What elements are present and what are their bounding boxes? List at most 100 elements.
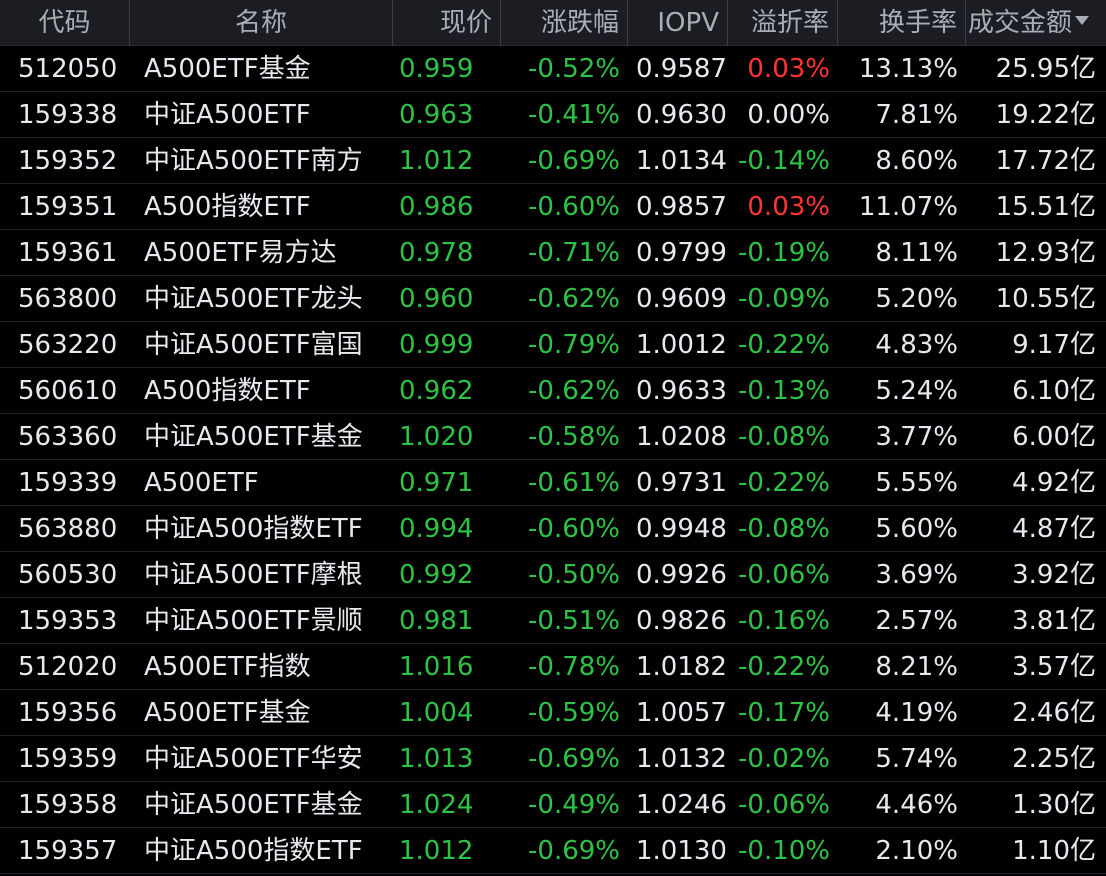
cell-change: -0.62% <box>528 284 620 314</box>
cell-premium: -0.22% <box>738 652 830 682</box>
table-row[interactable]: 159356 A500ETF基金 1.004 -0.59% 1.0057 -0.17% 4.… <box>0 690 1106 736</box>
table-row[interactable]: 159351 A500指数ETF 0.986 -0.60% 0.9857 0.03% 11.… <box>0 184 1106 230</box>
cell-turnover: 4.19% <box>875 698 958 728</box>
cell-premium: -0.17% <box>738 698 830 728</box>
cell-price: 0.963 <box>399 100 474 130</box>
cell-amount: 1.30亿 <box>1012 790 1096 820</box>
cell-change: -0.59% <box>528 698 620 728</box>
etf-quote-table: 代码 名称 现价 涨跌幅 IOPV 溢折率 换手率 成交金额 512050 A50… <box>0 0 1106 876</box>
cell-turnover: 8.60% <box>875 146 958 176</box>
cell-price: 1.004 <box>399 698 474 728</box>
cell-premium: 0.03% <box>747 54 830 84</box>
cell-change: -0.60% <box>528 192 620 222</box>
cell-name: 中证A500ETF基金 <box>144 790 363 820</box>
table-row[interactable]: 563360 中证A500ETF基金 1.020 -0.58% 1.0208 -0.08%… <box>0 414 1106 460</box>
header-iopv[interactable]: IOPV <box>628 0 728 46</box>
cell-name: A500ETF <box>144 468 259 498</box>
cell-price: 0.971 <box>399 468 474 498</box>
cell-code: 560530 <box>18 560 118 590</box>
cell-change: -0.51% <box>528 606 620 636</box>
cell-price: 0.999 <box>399 330 474 360</box>
cell-amount: 6.00亿 <box>1012 422 1096 452</box>
table-row[interactable]: 159339 A500ETF 0.971 -0.61% 0.9731 -0.22% 5.55… <box>0 460 1106 506</box>
cell-code: 159353 <box>18 606 118 636</box>
header-amount[interactable]: 成交金额 <box>966 0 1106 46</box>
table-row[interactable]: 159357 中证A500指数ETF 1.012 -0.69% 1.0130 -0.10%… <box>0 828 1106 874</box>
cell-change: -0.78% <box>528 652 620 682</box>
cell-turnover: 8.11% <box>875 238 958 268</box>
cell-iopv: 0.9948 <box>636 514 727 544</box>
header-code[interactable]: 代码 <box>0 0 130 46</box>
cell-turnover: 5.24% <box>875 376 958 406</box>
header-name[interactable]: 名称 <box>130 0 393 46</box>
cell-premium: -0.14% <box>738 146 830 176</box>
header-premium[interactable]: 溢折率 <box>728 0 838 46</box>
cell-premium: -0.19% <box>738 238 830 268</box>
cell-premium: -0.10% <box>738 836 830 866</box>
cell-iopv: 1.0134 <box>636 146 727 176</box>
cell-amount: 17.72亿 <box>995 146 1096 176</box>
cell-name: 中证A500ETF <box>144 100 311 130</box>
cell-change: -0.69% <box>528 146 620 176</box>
cell-change: -0.58% <box>528 422 620 452</box>
cell-price: 0.981 <box>399 606 474 636</box>
cell-turnover: 2.57% <box>875 606 958 636</box>
table-row[interactable]: 159361 A500ETF易方达 0.978 -0.71% 0.9799 -0.19% 8… <box>0 230 1106 276</box>
table-row[interactable]: 159353 中证A500ETF景顺 0.981 -0.51% 0.9826 -0.16%… <box>0 598 1106 644</box>
table-row[interactable]: 159352 中证A500ETF南方 1.012 -0.69% 1.0134 -0.14%… <box>0 138 1106 184</box>
cell-price: 0.994 <box>399 514 474 544</box>
table-row[interactable]: 563220 中证A500ETF富国 0.999 -0.79% 1.0012 -0.22%… <box>0 322 1106 368</box>
cell-amount: 19.22亿 <box>995 100 1096 130</box>
cell-amount: 4.87亿 <box>1012 514 1096 544</box>
cell-turnover: 5.55% <box>875 468 958 498</box>
table-row[interactable]: 563800 中证A500ETF龙头 0.960 -0.62% 0.9609 -0.09%… <box>0 276 1106 322</box>
cell-iopv: 0.9926 <box>636 560 727 590</box>
table-row[interactable]: 159338 中证A500ETF 0.963 -0.41% 0.9630 0.00% 7.8… <box>0 92 1106 138</box>
table-row[interactable]: 512050 A500ETF基金 0.959 -0.52% 0.9587 0.03% 13.… <box>0 46 1106 92</box>
header-price[interactable]: 现价 <box>393 0 501 46</box>
table-row[interactable]: 159359 中证A500ETF华安 1.013 -0.69% 1.0132 -0.02%… <box>0 736 1106 782</box>
cell-code: 159339 <box>18 468 118 498</box>
cell-name: 中证A500ETF摩根 <box>144 560 363 590</box>
cell-premium: 0.03% <box>747 192 830 222</box>
cell-price: 1.013 <box>399 744 474 774</box>
table-row[interactable]: 560610 A500指数ETF 0.962 -0.62% 0.9633 -0.13% 5.… <box>0 368 1106 414</box>
cell-price: 0.986 <box>399 192 474 222</box>
cell-amount: 25.95亿 <box>995 54 1096 84</box>
cell-name: 中证A500ETF华安 <box>144 744 363 774</box>
cell-code: 512050 <box>18 54 118 84</box>
table-row[interactable]: 563880 中证A500指数ETF 0.994 -0.60% 0.9948 -0.08%… <box>0 506 1106 552</box>
cell-turnover: 3.77% <box>875 422 958 452</box>
sort-descending-icon[interactable] <box>1075 16 1090 25</box>
cell-amount: 4.92亿 <box>1012 468 1096 498</box>
cell-iopv: 1.0246 <box>636 790 727 820</box>
cell-premium: -0.16% <box>738 606 830 636</box>
cell-amount: 3.92亿 <box>1012 560 1096 590</box>
cell-name: 中证A500ETF景顺 <box>144 606 363 636</box>
cell-amount: 9.17亿 <box>1012 330 1096 360</box>
cell-price: 0.959 <box>399 54 474 84</box>
table-row[interactable]: 560530 中证A500ETF摩根 0.992 -0.50% 0.9926 -0.06%… <box>0 552 1106 598</box>
cell-turnover: 4.83% <box>875 330 958 360</box>
header-turnover[interactable]: 换手率 <box>838 0 966 46</box>
cell-turnover: 11.07% <box>858 192 958 222</box>
cell-iopv: 0.9731 <box>636 468 727 498</box>
cell-turnover: 3.69% <box>875 560 958 590</box>
table-row[interactable]: 159358 中证A500ETF基金 1.024 -0.49% 1.0246 -0.06%… <box>0 782 1106 828</box>
cell-iopv: 0.9630 <box>636 100 727 130</box>
cell-amount: 1.10亿 <box>1012 836 1096 866</box>
cell-code: 563360 <box>18 422 118 452</box>
cell-price: 1.012 <box>399 836 474 866</box>
cell-premium: -0.13% <box>738 376 830 406</box>
cell-code: 159359 <box>18 744 118 774</box>
cell-amount: 6.10亿 <box>1012 376 1096 406</box>
header-change[interactable]: 涨跌幅 <box>501 0 628 46</box>
cell-iopv: 1.0208 <box>636 422 727 452</box>
cell-iopv: 0.9857 <box>636 192 727 222</box>
cell-code: 563880 <box>18 514 118 544</box>
table-row[interactable]: 512020 A500ETF指数 1.016 -0.78% 1.0182 -0.22% 8.… <box>0 644 1106 690</box>
cell-change: -0.62% <box>528 376 620 406</box>
cell-iopv: 0.9633 <box>636 376 727 406</box>
cell-change: -0.69% <box>528 836 620 866</box>
cell-turnover: 13.13% <box>858 54 958 84</box>
